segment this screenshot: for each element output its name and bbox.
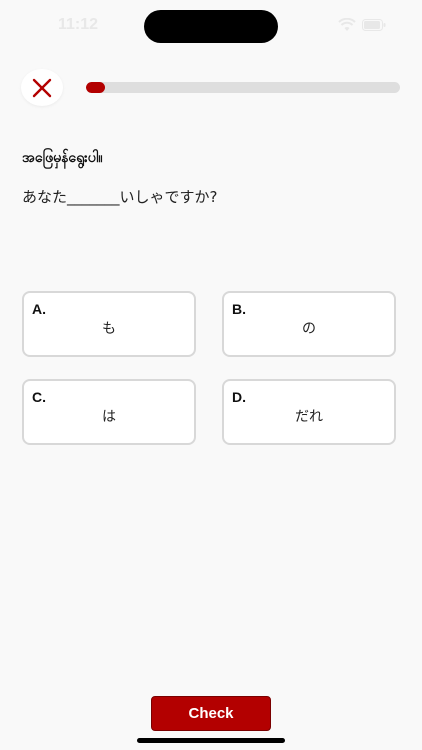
- question-text: あなた_______いしゃですか?: [22, 188, 218, 206]
- option-text: だれ: [295, 409, 323, 425]
- dynamic-island: [144, 10, 278, 43]
- option-a[interactable]: A. も: [22, 291, 196, 357]
- close-button[interactable]: [21, 69, 63, 106]
- status-icons: [338, 18, 386, 32]
- wifi-icon: [338, 18, 356, 31]
- option-d[interactable]: D. だれ: [222, 379, 396, 445]
- option-letter: C.: [32, 389, 46, 405]
- check-button[interactable]: Check: [151, 696, 271, 731]
- progress-fill: [86, 82, 105, 93]
- option-text: も: [102, 321, 116, 337]
- option-text: の: [302, 321, 316, 337]
- close-icon: [32, 78, 52, 97]
- option-letter: D.: [232, 389, 246, 405]
- battery-icon: [362, 19, 386, 31]
- option-c[interactable]: C. は: [22, 379, 196, 445]
- option-letter: B.: [232, 301, 246, 317]
- option-text: は: [102, 409, 116, 425]
- home-indicator: [137, 738, 285, 743]
- status-time: 11:12: [58, 16, 99, 33]
- status-bar: 11:12: [0, 0, 422, 52]
- instruction-text: အဖြေမှန်ရွေးပါ။: [22, 150, 103, 166]
- option-letter: A.: [32, 301, 46, 317]
- progress-bar: [86, 82, 400, 93]
- option-b[interactable]: B. の: [222, 291, 396, 357]
